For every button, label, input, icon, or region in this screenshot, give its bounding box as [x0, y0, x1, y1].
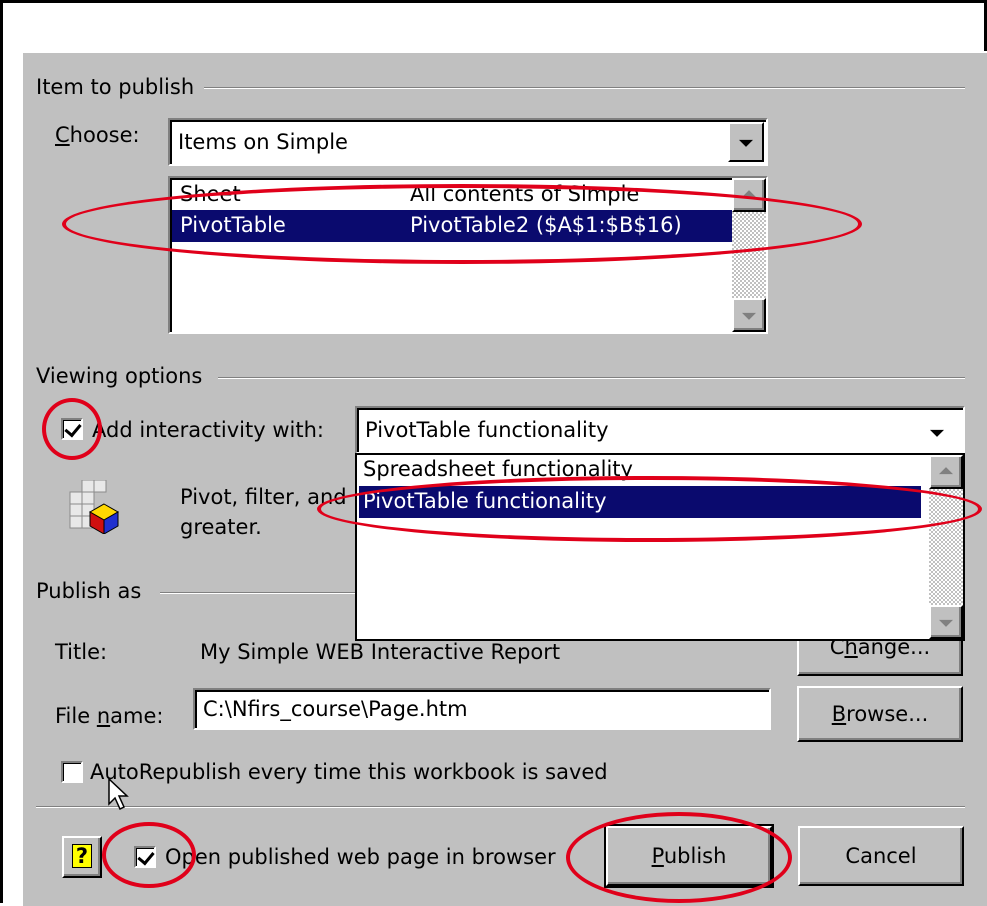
autorepublish-label: AutoRepublish every time this workbook i…	[90, 760, 608, 784]
interactivity-dropdown-list[interactable]: Spreadsheet functionality PivotTable fun…	[355, 453, 965, 641]
list-item-selected[interactable]: PivotTable PivotTable2 ($A$1:$B$16)	[172, 210, 732, 242]
publish-as-group-label: Publish as	[36, 579, 152, 603]
dropdown-scroll-up-button[interactable]	[929, 455, 963, 489]
cancel-button-label: Cancel	[845, 844, 917, 868]
list-item-desc: PivotTable2 ($A$1:$B$16)	[410, 213, 682, 237]
choose-combobox-value: Items on Simple	[178, 130, 348, 154]
viewing-options-divider	[218, 377, 965, 379]
publish-button-label: Publish	[651, 844, 727, 868]
footer-divider	[36, 806, 965, 808]
title-value: My Simple WEB Interactive Report	[200, 640, 561, 664]
title-label: Title:	[55, 640, 108, 664]
viewing-options-group-label: Viewing options	[36, 364, 213, 388]
autorepublish-checkbox[interactable]	[61, 761, 83, 783]
chevron-up-icon	[939, 467, 953, 475]
browse-button-label: Browse...	[831, 702, 929, 726]
publish-button[interactable]: Publish	[604, 824, 774, 888]
interactivity-dropdown-button[interactable]	[919, 422, 955, 442]
browse-button[interactable]: Browse...	[797, 686, 963, 742]
open-in-browser-checkbox[interactable]	[134, 846, 156, 868]
filename-label: File name:	[55, 704, 164, 728]
add-interactivity-checkbox[interactable]	[61, 418, 83, 440]
chevron-down-icon	[739, 139, 753, 147]
interactivity-description-line1: Pivot, filter, and	[180, 485, 347, 509]
interactivity-description-line2: greater.	[180, 515, 262, 539]
chevron-down-icon	[939, 619, 953, 627]
add-interactivity-label: Add interactivity with:	[92, 418, 324, 442]
choose-label: Choose:	[55, 123, 140, 147]
pivot-cube-icon	[68, 479, 120, 535]
item-to-publish-group-label: Item to publish	[36, 75, 205, 99]
dropdown-scroll-down-button[interactable]	[929, 605, 963, 639]
mouse-pointer-icon	[108, 777, 130, 817]
list-item-desc: All contents of Simple	[410, 182, 640, 206]
filename-value: C:\Nfirs_course\Page.htm	[203, 697, 468, 721]
help-icon: ?	[72, 844, 92, 868]
dropdown-option-label: PivotTable functionality	[363, 489, 607, 513]
list-item-type: PivotTable	[180, 213, 286, 237]
item-to-publish-divider	[200, 87, 965, 89]
scroll-up-button[interactable]	[732, 178, 766, 212]
cancel-button[interactable]: Cancel	[798, 826, 964, 886]
choose-dropdown-button[interactable]	[728, 122, 764, 162]
open-in-browser-label: Open published web page in browser	[165, 845, 556, 869]
filename-field[interactable]: C:\Nfirs_course\Page.htm	[193, 688, 771, 730]
checkmark-icon	[64, 419, 82, 438]
chevron-down-icon	[930, 429, 944, 437]
dropdown-option[interactable]: Spreadsheet functionality	[363, 457, 633, 481]
choose-combobox[interactable]: Items on Simple	[168, 118, 768, 166]
scroll-down-button[interactable]	[732, 298, 766, 332]
chevron-down-icon	[742, 312, 756, 320]
list-item-type: Sheet	[180, 182, 241, 206]
chevron-up-icon	[742, 190, 756, 198]
checkmark-icon	[137, 847, 155, 866]
help-button[interactable]: ?	[62, 836, 102, 878]
interactivity-combobox-value: PivotTable functionality	[365, 418, 609, 442]
interactivity-combobox[interactable]: PivotTable functionality	[355, 406, 965, 454]
item-list[interactable]: Sheet All contents of Simple PivotTable …	[168, 176, 768, 334]
dropdown-option-selected[interactable]: PivotTable functionality	[359, 486, 921, 518]
